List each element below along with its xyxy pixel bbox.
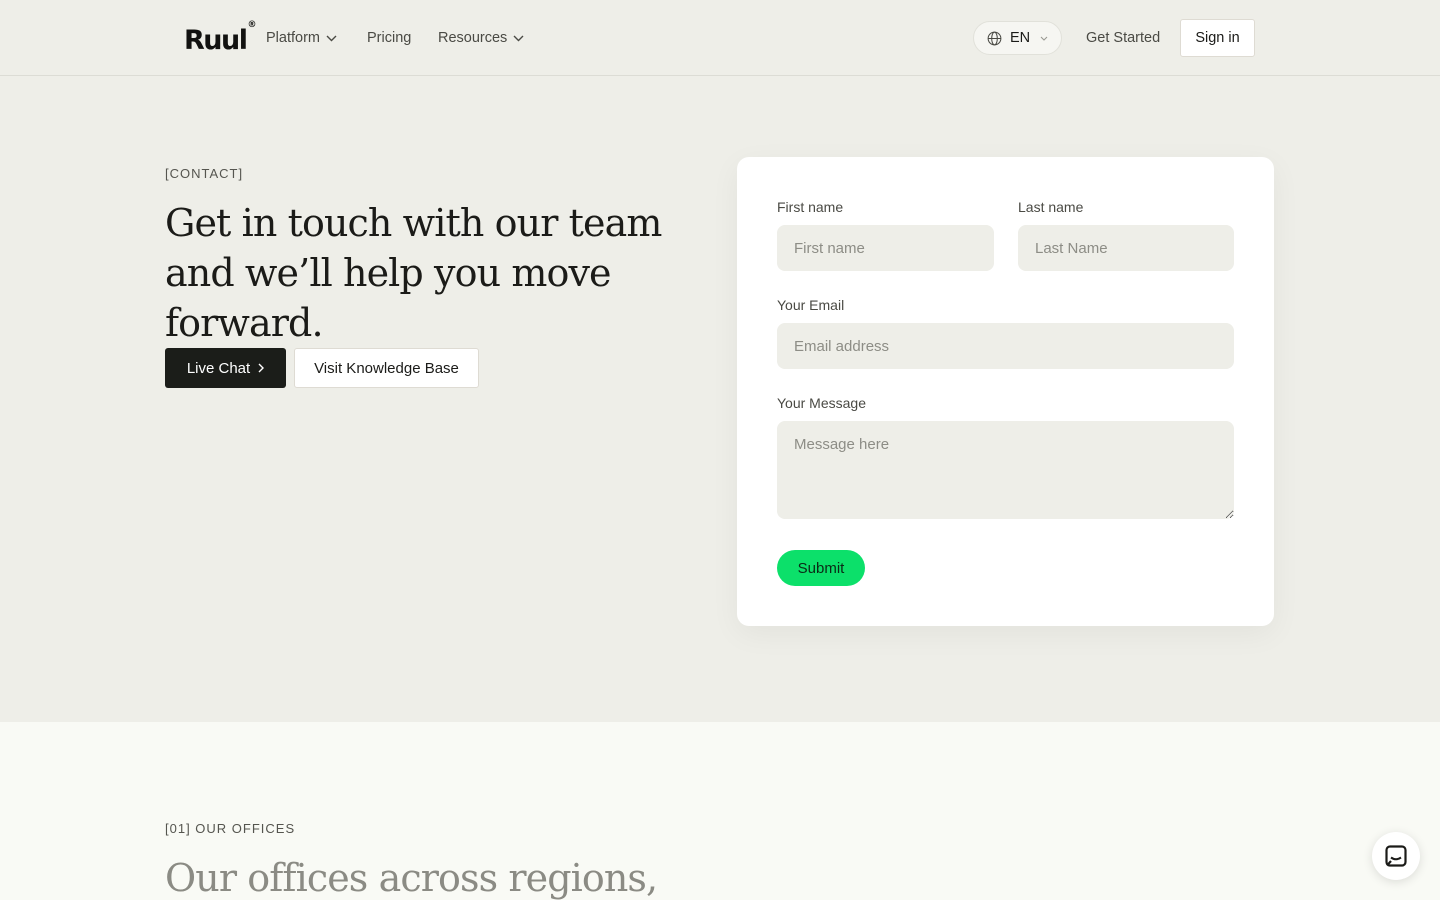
chat-icon [1385,845,1407,867]
offices-section: [01] OUR OFFICES Our offices across regi… [0,722,1440,900]
email-field[interactable] [777,323,1234,369]
submit-button[interactable]: Submit [777,550,865,586]
email-label: Your Email [777,297,845,313]
nav-pricing-label: Pricing [367,30,412,46]
nav-resources-label: Resources [438,30,508,46]
chat-launcher-button[interactable] [1372,832,1420,880]
contact-eyebrow: [CONTACT] [165,166,244,181]
nav-platform[interactable]: Platform [266,0,337,76]
logo[interactable]: Ruul® [184,20,257,56]
language-label: EN [1010,30,1031,46]
live-chat-label: Live Chat [186,359,251,377]
chevron-down-icon [513,35,524,41]
page-title: Get in touch with our team and we’ll hel… [165,201,662,345]
last-name-input[interactable] [1018,225,1234,271]
message-textarea[interactable] [777,421,1234,519]
nav-platform-label: Platform [266,30,320,46]
nav-pricing[interactable]: Pricing [367,0,411,76]
get-started-link[interactable]: Get Started [1086,0,1160,76]
logo-registered-mark: ® [247,20,257,30]
logo-text: Ruul [184,25,248,56]
offices-eyebrow: [01] OUR OFFICES [165,821,296,836]
first-name-label: First name [777,199,844,215]
knowledge-base-button[interactable]: Visit Knowledge Base [294,348,479,388]
last-name-label: Last name [1018,199,1084,215]
live-chat-button[interactable]: Live Chat [165,348,286,388]
language-selector[interactable]: EN [973,21,1062,55]
contact-form-card: First name Last name Your Email Your Mes… [737,157,1274,626]
chevron-down-icon [1040,36,1048,41]
first-name-input[interactable] [777,225,994,271]
site-header: Ruul® Platform Pricing Resources EN Get … [0,0,1440,76]
offices-title: Our offices across regions, [165,856,658,900]
chevron-down-icon [326,35,337,41]
chevron-right-icon [258,363,265,373]
nav-resources[interactable]: Resources [438,0,524,76]
globe-icon [987,31,1002,45]
message-label: Your Message [777,395,866,411]
sign-in-button[interactable]: Sign in [1180,19,1255,57]
